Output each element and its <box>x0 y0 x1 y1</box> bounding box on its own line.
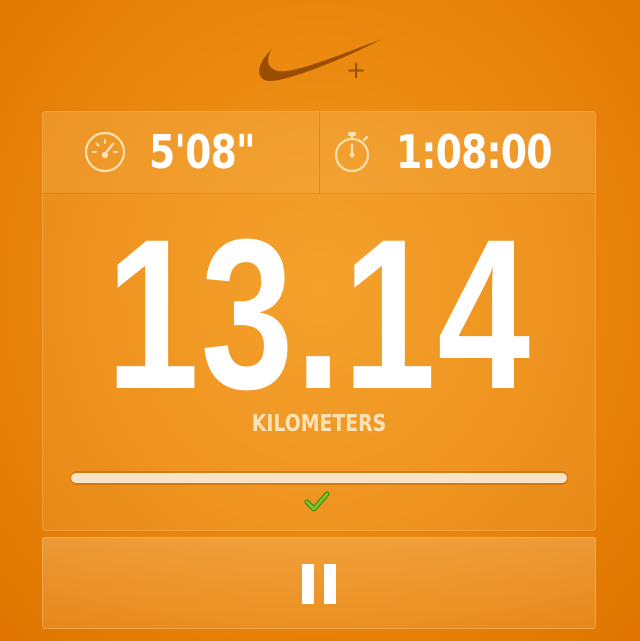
pace-stat: 5'08" <box>42 111 319 193</box>
stats-row: 5'08" 1:08:00 <box>42 111 596 194</box>
nike-plus-logo-icon: + <box>259 39 382 84</box>
pace-value: 5'08" <box>148 125 256 179</box>
duration-value: 1:08:00 <box>395 125 552 179</box>
progress-bar <box>70 471 568 485</box>
speedometer-icon <box>84 131 125 173</box>
stopwatch-icon <box>334 132 369 173</box>
plus-symbol: + <box>346 56 366 84</box>
run-stats-card: 5'08" 1:08:00 13.14 KILOMETERS <box>42 111 596 531</box>
pause-button[interactable] <box>42 537 596 629</box>
distance-value: 13.14 <box>106 195 532 434</box>
duration-stat: 1:08:00 <box>318 111 597 193</box>
checkmark-icon <box>304 491 330 512</box>
distance-unit-label: KILOMETERS <box>251 411 387 437</box>
progress-bar-fill <box>71 473 567 483</box>
pause-icon <box>302 564 336 604</box>
